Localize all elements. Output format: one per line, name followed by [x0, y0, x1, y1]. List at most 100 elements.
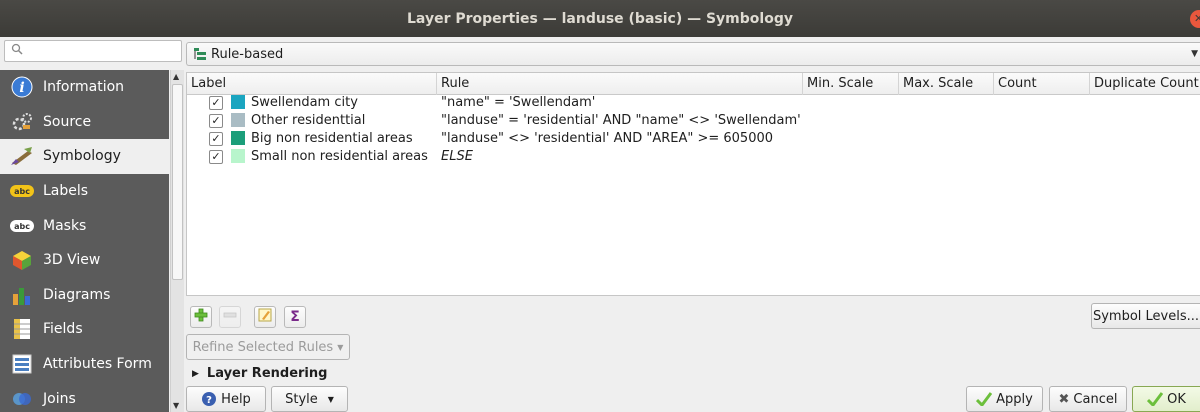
renderer-value: Rule-based — [211, 46, 284, 62]
sigma-icon: Σ — [290, 309, 300, 325]
rule-expression: "landuse" <> 'residential' AND "AREA" >=… — [441, 131, 774, 146]
info-icon: i — [10, 76, 34, 98]
layer-rendering-label: Layer Rendering — [206, 366, 328, 381]
pencil-icon — [258, 308, 272, 326]
svg-text:abc: abc — [14, 222, 30, 231]
chevron-down-icon: ▼ — [1191, 49, 1198, 59]
sidebar-item-label: Labels — [43, 183, 89, 200]
table-row[interactable]: ✓ Other residenttial "landuse" = 'reside… — [187, 112, 1200, 130]
rule-checkbox[interactable]: ✓ — [209, 114, 223, 128]
layer-rendering-section[interactable]: ▶ Layer Rendering — [192, 366, 327, 381]
table-row[interactable]: ✓ Big non residential areas "landuse" <>… — [187, 130, 1200, 148]
column-header-rule[interactable]: Rule — [437, 73, 803, 95]
refine-count-button[interactable]: Σ — [284, 306, 306, 328]
expand-arrow-icon: ▶ — [192, 368, 199, 379]
help-button[interactable]: ? Help — [186, 386, 266, 412]
symbol-swatch[interactable] — [231, 131, 245, 145]
sidebar-item-fields[interactable]: Fields — [0, 312, 169, 347]
rules-table[interactable]: Label Rule Min. Scale Max. Scale Count D… — [186, 72, 1200, 296]
search-icon — [11, 43, 23, 59]
column-header-duplicate-count[interactable]: Duplicate Count — [1090, 73, 1200, 95]
rule-expression: ELSE — [441, 149, 473, 164]
sidebar-item-label: Diagrams — [43, 286, 111, 303]
symbol-swatch[interactable] — [231, 95, 245, 109]
rule-label: Small non residential areas — [251, 149, 428, 164]
title-bar: Layer Properties — landuse (basic) — Sym… — [0, 0, 1200, 37]
layer-properties-window: Layer Properties — landuse (basic) — Sym… — [0, 0, 1200, 412]
sidebar-item-label: Joins — [43, 390, 76, 407]
sidebar-item-label: Masks — [43, 217, 87, 234]
attributes-form-icon — [10, 353, 34, 375]
checkmark-icon — [1147, 392, 1164, 406]
cancel-button[interactable]: ✖ Cancel — [1049, 386, 1127, 412]
style-button[interactable]: Style ▼ — [271, 386, 348, 412]
sidebar-item-3d-view[interactable]: 3D View — [0, 243, 169, 278]
sidebar-item-information[interactable]: i Information — [0, 70, 169, 105]
diagrams-icon — [10, 284, 34, 306]
refine-selected-rules-button[interactable]: Refine Selected Rules ▼ — [186, 334, 350, 360]
chevron-down-icon: ▼ — [327, 394, 334, 404]
ok-label: OK — [1167, 391, 1186, 407]
svg-text:abc: abc — [14, 187, 30, 196]
rule-label: Swellendam city — [251, 95, 358, 110]
sidebar: i Information Source Symbology abc Label… — [0, 37, 184, 412]
symbol-swatch[interactable] — [231, 113, 245, 127]
apply-label: Apply — [996, 391, 1033, 407]
column-header-label[interactable]: Label — [187, 73, 437, 95]
column-header-count[interactable]: Count — [994, 73, 1090, 95]
remove-rule-button[interactable] — [219, 306, 241, 328]
svg-text:?: ? — [206, 395, 212, 406]
symbol-levels-label: Symbol Levels... — [1092, 308, 1200, 324]
labels-icon: abc — [10, 180, 34, 202]
fields-icon — [10, 318, 34, 340]
edit-rule-button[interactable] — [254, 306, 276, 328]
sidebar-item-diagrams[interactable]: Diagrams — [0, 278, 169, 313]
column-header-min-scale[interactable]: Min. Scale — [803, 73, 899, 95]
sidebar-item-masks[interactable]: abc Masks — [0, 208, 169, 243]
rule-expression: "name" = 'Swellendam' — [441, 95, 596, 110]
sidebar-item-label: 3D View — [43, 252, 101, 269]
rule-label: Other residenttial — [251, 113, 366, 128]
cancel-label: Cancel — [1073, 391, 1118, 407]
table-row[interactable]: ✓ Small non residential areas ELSE — [187, 148, 1200, 166]
rule-based-icon — [193, 47, 207, 61]
svg-text:i: i — [19, 80, 24, 96]
sidebar-item-label: Symbology — [43, 148, 121, 165]
window-title: Layer Properties — landuse (basic) — Sym… — [407, 10, 793, 27]
search-input[interactable] — [4, 40, 182, 62]
sidebar-item-label: Attributes Form — [43, 356, 152, 373]
sidebar-item-label: Fields — [43, 321, 83, 338]
table-row[interactable]: ✓ Swellendam city "name" = 'Swellendam' — [187, 94, 1200, 112]
chevron-down-icon: ▼ — [337, 342, 344, 352]
style-label: Style — [285, 391, 318, 407]
sidebar-item-attributes-form[interactable]: Attributes Form — [0, 347, 169, 382]
scrollbar-thumb[interactable] — [172, 84, 183, 280]
sidebar-item-source[interactable]: Source — [0, 105, 169, 140]
rule-checkbox[interactable]: ✓ — [209, 132, 223, 146]
close-icon[interactable]: ✕ — [1190, 10, 1200, 28]
ok-button[interactable]: OK — [1132, 386, 1200, 412]
sidebar-item-labels[interactable]: abc Labels — [0, 174, 169, 209]
symbol-levels-button[interactable]: Symbol Levels... — [1091, 303, 1200, 329]
sidebar-item-label: Information — [43, 79, 125, 96]
sidebar-item-joins[interactable]: Joins — [0, 381, 169, 412]
add-rule-button[interactable] — [190, 306, 212, 328]
rule-expression: "landuse" = 'residential' AND "name" <> … — [441, 113, 801, 128]
sidebar-item-symbology[interactable]: Symbology — [0, 139, 169, 174]
3d-view-icon — [10, 249, 34, 271]
source-icon — [10, 111, 34, 133]
symbol-swatch[interactable] — [231, 149, 245, 163]
rule-label: Big non residential areas — [251, 131, 413, 146]
apply-button[interactable]: Apply — [966, 386, 1043, 412]
refine-label: Refine Selected Rules — [192, 339, 334, 355]
sidebar-scrollbar[interactable]: ▲ ▼ — [170, 70, 184, 412]
renderer-select[interactable]: Rule-based ▼ — [186, 42, 1200, 66]
joins-icon — [10, 388, 34, 410]
minus-icon — [223, 308, 237, 326]
scroll-down-icon[interactable]: ▼ — [173, 401, 179, 410]
column-header-max-scale[interactable]: Max. Scale — [899, 73, 994, 95]
rule-checkbox[interactable]: ✓ — [209, 150, 223, 164]
cancel-icon: ✖ — [1058, 391, 1070, 407]
scroll-up-icon[interactable]: ▲ — [173, 72, 179, 81]
rule-checkbox[interactable]: ✓ — [209, 96, 223, 110]
